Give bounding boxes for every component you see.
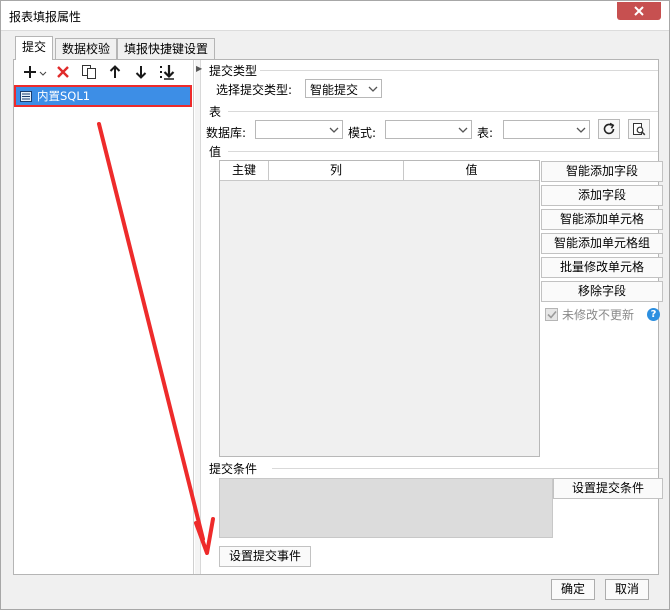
- submit-condition-area[interactable]: [219, 478, 553, 538]
- smart-add-cell-button[interactable]: 智能添加单元格: [541, 209, 663, 230]
- sql-item-icon: [20, 90, 32, 102]
- cancel-button[interactable]: 取消: [605, 579, 649, 600]
- table-header: 主键 列 值: [220, 161, 539, 181]
- add-icon: [24, 66, 47, 78]
- move-up-button[interactable]: [102, 61, 128, 83]
- preview-button[interactable]: [628, 119, 650, 139]
- section-divider: [272, 468, 658, 469]
- copy-icon: [82, 65, 96, 79]
- preview-search-icon: [633, 123, 646, 136]
- schema-label: 模式:: [348, 126, 377, 140]
- list-item-label: 内置SQL1: [37, 89, 91, 103]
- close-button[interactable]: [617, 2, 661, 20]
- batch-modify-cell-button[interactable]: 批量修改单元格: [541, 257, 663, 278]
- schema-select[interactable]: [385, 120, 472, 139]
- column-header-primary-key[interactable]: 主键: [220, 161, 269, 180]
- set-submit-condition-button[interactable]: 设置提交条件: [553, 478, 663, 499]
- ok-button[interactable]: 确定: [551, 579, 595, 600]
- value-section-title: 值: [209, 143, 225, 160]
- add-button[interactable]: [20, 61, 50, 83]
- remove-field-button[interactable]: 移除字段: [541, 281, 663, 302]
- close-icon: [634, 6, 644, 16]
- table-section-title: 表: [209, 103, 225, 120]
- table-select[interactable]: [503, 120, 590, 139]
- condition-section-title: 提交条件: [209, 460, 261, 477]
- tab-data-validation[interactable]: 数据校验: [55, 38, 118, 60]
- tab-submit[interactable]: 提交: [15, 36, 54, 60]
- submit-settings-pane: 提交类型 选择提交类型: 智能提交 表 数据库: 模式: 表: 值 主键 列 值…: [202, 60, 663, 574]
- submit-list-pane: 内置SQL1: [14, 60, 194, 574]
- move-bottom-button[interactable]: [154, 61, 180, 83]
- set-submit-event-button[interactable]: 设置提交事件: [219, 546, 311, 567]
- column-header-value[interactable]: 值: [404, 161, 539, 180]
- refresh-button[interactable]: [598, 119, 620, 139]
- window-title: 报表填报属性: [9, 10, 82, 24]
- move-down-icon: [135, 66, 147, 79]
- pane-splitter[interactable]: ▶: [195, 60, 202, 574]
- move-down-button[interactable]: [128, 61, 154, 83]
- add-field-button[interactable]: 添加字段: [541, 185, 663, 206]
- help-icon[interactable]: ?: [647, 308, 660, 321]
- database-select[interactable]: [255, 120, 343, 139]
- list-item-builtin-sql[interactable]: 内置SQL1: [14, 85, 192, 107]
- field-mapping-table[interactable]: 主键 列 值: [219, 160, 540, 457]
- section-divider: [228, 151, 658, 152]
- no-update-if-unchanged[interactable]: 未修改不更新: [545, 306, 634, 323]
- database-label: 数据库:: [206, 126, 247, 140]
- table-label: 表:: [477, 126, 494, 140]
- section-divider: [252, 70, 658, 71]
- chevron-down-icon: [454, 121, 471, 138]
- list-toolbar: [14, 60, 194, 84]
- no-update-label: 未修改不更新: [562, 308, 635, 322]
- delete-icon: [57, 66, 69, 78]
- copy-button[interactable]: [76, 61, 102, 83]
- submit-type-section-title: 提交类型: [209, 62, 261, 79]
- move-bottom-icon: [160, 65, 175, 80]
- move-up-icon: [109, 65, 121, 78]
- chevron-down-icon: [325, 121, 342, 138]
- column-header-column[interactable]: 列: [269, 161, 404, 180]
- dialog-window: 报表填报属性 提交 数据校验 填报快捷键设置 内置SQL1 ▶ 提交类型 选择提…: [0, 0, 670, 610]
- refresh-icon: [603, 122, 615, 135]
- smart-add-cell-group-button[interactable]: 智能添加单元格组: [541, 233, 663, 254]
- section-divider: [228, 111, 658, 112]
- chevron-down-icon: [364, 80, 381, 97]
- check-icon: [546, 310, 557, 319]
- chevron-down-icon: [572, 121, 589, 138]
- title-bar: 报表填报属性: [1, 1, 669, 31]
- submit-type-value: 智能提交: [310, 83, 359, 97]
- smart-add-field-button[interactable]: 智能添加字段: [541, 161, 663, 182]
- tab-panel: 内置SQL1 ▶ 提交类型 选择提交类型: 智能提交 表 数据库: 模式: 表:…: [13, 59, 663, 575]
- tab-shortcut-settings[interactable]: 填报快捷键设置: [117, 38, 216, 60]
- submit-type-label: 选择提交类型:: [216, 83, 293, 97]
- no-update-checkbox[interactable]: [545, 308, 558, 321]
- submit-type-select[interactable]: 智能提交: [305, 79, 382, 98]
- delete-button[interactable]: [50, 61, 76, 83]
